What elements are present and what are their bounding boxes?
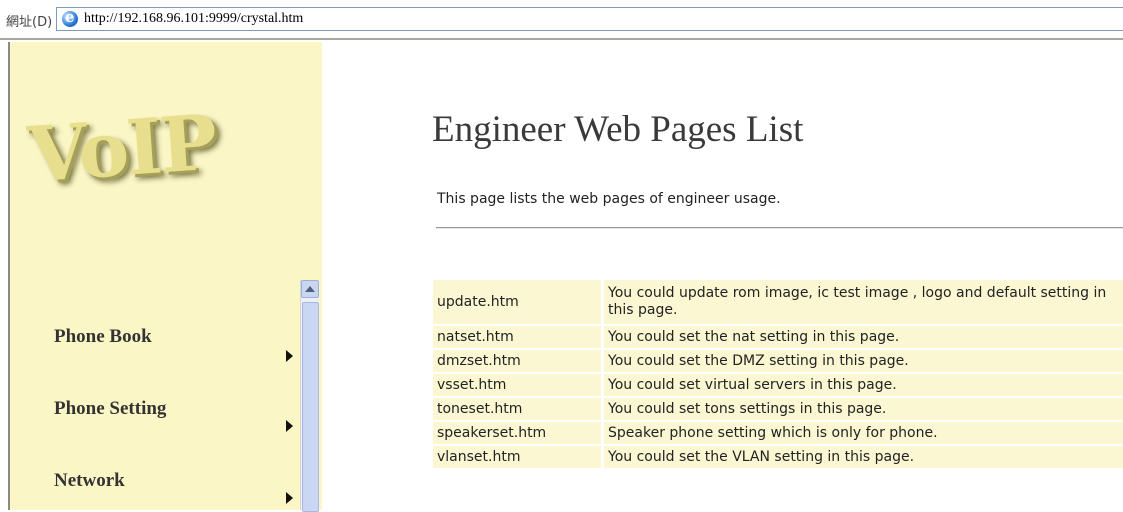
menu-scrollbar[interactable] bbox=[300, 280, 319, 512]
page-name-cell[interactable]: dmzset.htm bbox=[433, 350, 601, 372]
scroll-thumb[interactable] bbox=[302, 302, 319, 512]
table-row: toneset.htm You could set tons settings … bbox=[433, 398, 1123, 420]
page-desc-cell: You could update rom image, ic test imag… bbox=[601, 280, 1123, 324]
chevron-right-icon[interactable] bbox=[286, 420, 293, 432]
table-row: dmzset.htm You could set the DMZ setting… bbox=[433, 350, 1123, 372]
url-field[interactable]: http://192.168.96.101:9999/crystal.htm bbox=[56, 7, 1123, 31]
chevron-right-icon[interactable] bbox=[286, 350, 293, 362]
address-label: 網址(D) bbox=[6, 15, 53, 30]
page-desc-cell: You could set the VLAN setting in this p… bbox=[601, 446, 1123, 468]
page-name-cell[interactable]: update.htm bbox=[433, 280, 601, 324]
page-title: Engineer Web Pages List bbox=[432, 109, 804, 150]
divider bbox=[436, 227, 1123, 229]
table-row: speakerset.htm Speaker phone setting whi… bbox=[433, 422, 1123, 444]
url-text[interactable]: http://192.168.96.101:9999/crystal.htm bbox=[84, 11, 303, 27]
menu-item-network[interactable]: Network bbox=[54, 470, 125, 492]
scroll-up-arrow-icon[interactable] bbox=[301, 280, 319, 298]
menu-item-phone-setting[interactable]: Phone Setting bbox=[54, 398, 166, 420]
page-name-cell[interactable]: toneset.htm bbox=[433, 398, 601, 420]
left-nav-frame: VoIP Phone Book Phone Setting Network bbox=[8, 42, 322, 512]
menu-item-phone-book[interactable]: Phone Book bbox=[54, 326, 152, 348]
table-row: vsset.htm You could set virtual servers … bbox=[433, 374, 1123, 396]
page-name-cell[interactable]: vsset.htm bbox=[433, 374, 601, 396]
ie-page-icon bbox=[62, 8, 78, 27]
page-desc-cell: You could set tons settings in this page… bbox=[601, 398, 1123, 420]
pages-table: update.htm You could update rom image, i… bbox=[433, 278, 1123, 470]
table-row: natset.htm You could set the nat setting… bbox=[433, 326, 1123, 348]
address-bar: 網址(D) http://192.168.96.101:9999/crystal… bbox=[0, 0, 1123, 40]
page-description: This page lists the web pages of enginee… bbox=[437, 191, 781, 207]
table-row: update.htm You could update rom image, i… bbox=[433, 280, 1123, 324]
table-row: vlanset.htm You could set the VLAN setti… bbox=[433, 446, 1123, 468]
page-name-cell[interactable]: vlanset.htm bbox=[433, 446, 601, 468]
page-desc-cell: You could set the DMZ setting in this pa… bbox=[601, 350, 1123, 372]
voip-logo: VoIP bbox=[25, 97, 219, 200]
page-desc-cell: You could set the nat setting in this pa… bbox=[601, 326, 1123, 348]
chevron-right-icon[interactable] bbox=[286, 492, 293, 504]
page-desc-cell: You could set virtual servers in this pa… bbox=[601, 374, 1123, 396]
page-desc-cell: Speaker phone setting which is only for … bbox=[601, 422, 1123, 444]
page-name-cell[interactable]: natset.htm bbox=[433, 326, 601, 348]
page-name-cell[interactable]: speakerset.htm bbox=[433, 422, 601, 444]
